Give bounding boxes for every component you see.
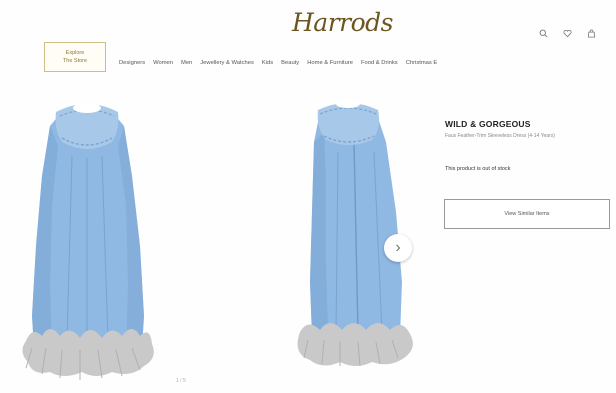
nav-item-women[interactable]: Women xyxy=(153,60,173,66)
product-image-front[interactable] xyxy=(12,86,162,382)
nav-item-jewellery-watches[interactable]: Jewellery & Watches xyxy=(200,60,254,66)
nav-item-beauty[interactable]: Beauty xyxy=(281,60,299,66)
chevron-right-icon: › xyxy=(395,239,401,256)
nav-item-food-drinks[interactable]: Food & Drinks xyxy=(361,60,398,66)
explore-the-store-button[interactable]: Explore The Store xyxy=(44,42,106,72)
stock-status: This product is out of stock xyxy=(445,166,511,172)
heart-icon[interactable] xyxy=(562,28,572,38)
nav-item-designers[interactable]: Designers xyxy=(119,60,145,66)
search-icon[interactable] xyxy=(538,28,548,38)
product-name: Faux Feather-Trim Sleeveless Dress (4-14… xyxy=(445,133,555,139)
view-similar-items-button[interactable]: View Similar Items xyxy=(444,199,610,229)
harrods-logo[interactable]: Harrods xyxy=(292,8,394,37)
product-page: Harrods Explore The Store Designers Wome xyxy=(0,0,616,393)
bag-icon[interactable] xyxy=(586,28,596,38)
main-nav: Designers Women Men Jewellery & Watches … xyxy=(119,60,437,66)
explore-line-1: Explore xyxy=(65,50,85,56)
product-brand[interactable]: WILD & GORGEOUS xyxy=(445,119,531,129)
gallery-next-button[interactable]: › xyxy=(384,234,412,262)
nav-item-men[interactable]: Men xyxy=(181,60,192,66)
nav-item-kids[interactable]: Kids xyxy=(262,60,273,66)
nav-item-christmas[interactable]: Christmas E xyxy=(406,60,438,66)
nav-item-home-furniture[interactable]: Home & Furniture xyxy=(307,60,353,66)
view-similar-items-label: View Similar Items xyxy=(504,211,550,217)
product-image-side[interactable] xyxy=(278,82,428,372)
header-icons xyxy=(538,28,596,38)
gallery-pager: 1 / 5 xyxy=(176,378,186,384)
explore-line-2: The Store xyxy=(62,58,88,64)
